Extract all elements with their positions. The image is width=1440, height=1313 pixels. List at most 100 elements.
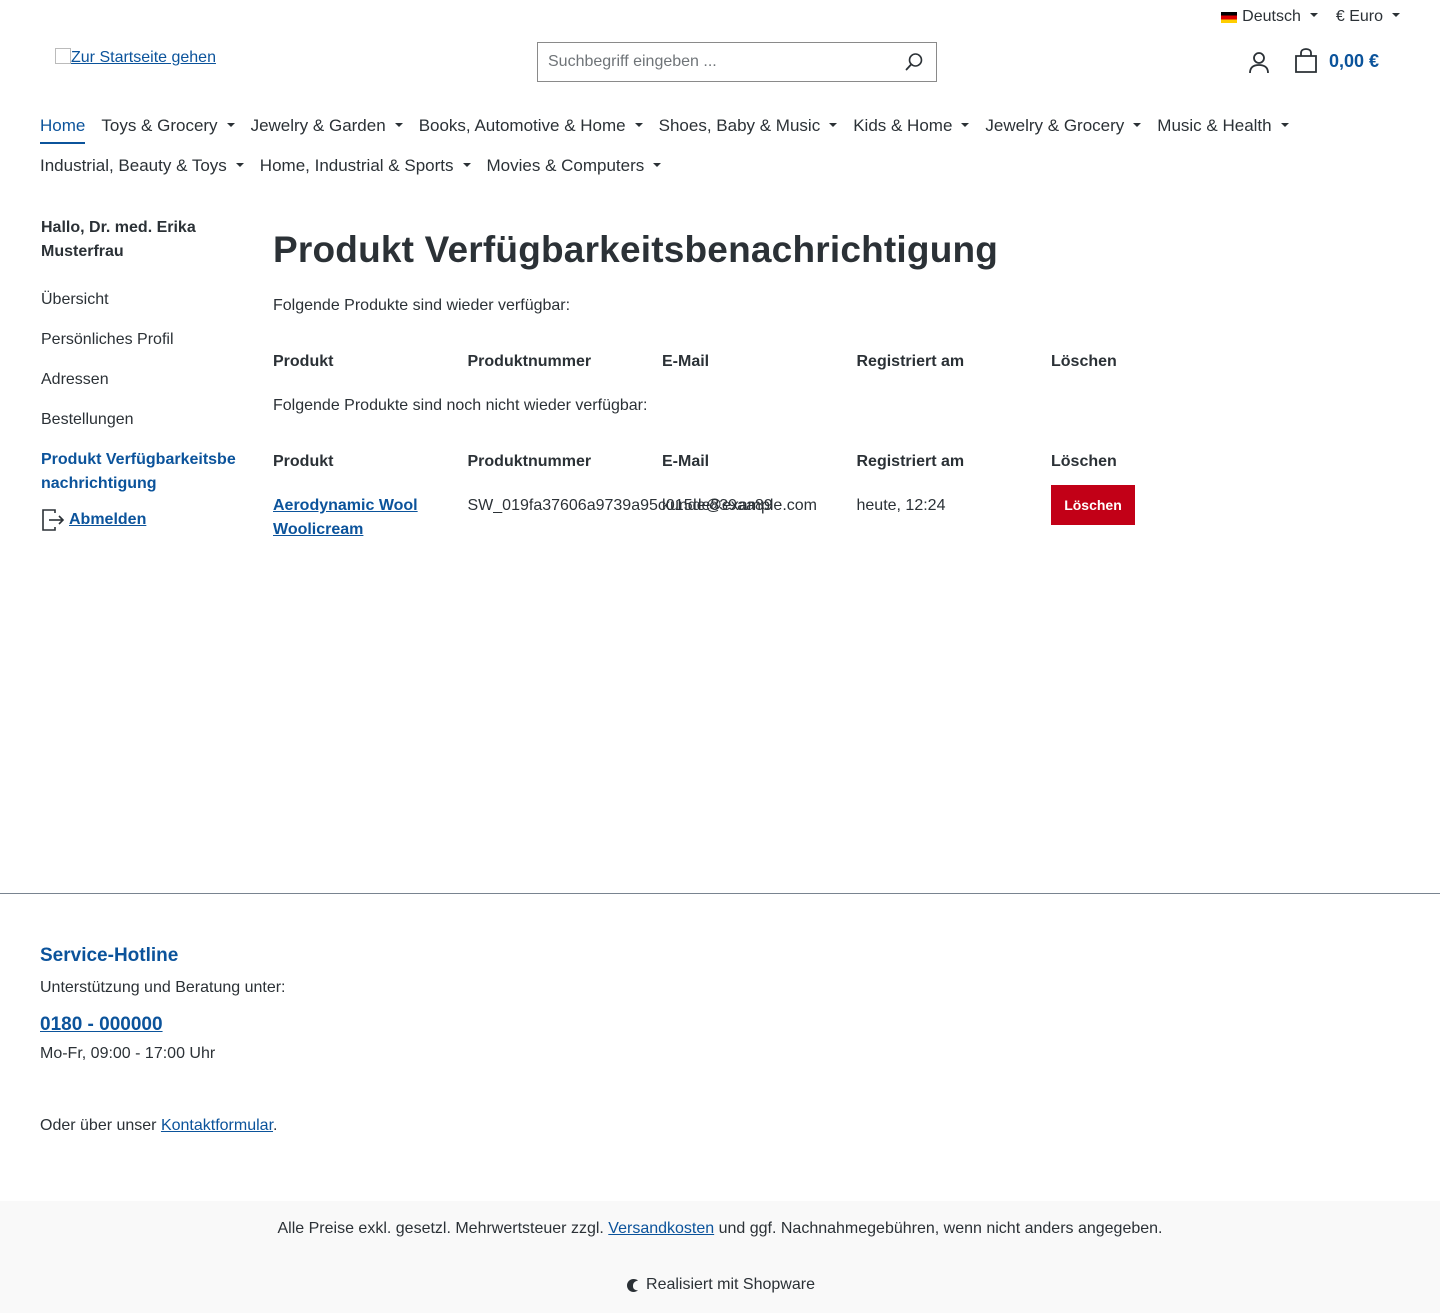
chevron-down-icon [961, 122, 970, 127]
search-box [537, 42, 937, 82]
nav-label: Shoes, Baby & Music [658, 116, 821, 135]
footer-divider [0, 893, 1440, 894]
contact-suffix: . [273, 1117, 278, 1134]
product-link[interactable]: Aerodynamic Wool Woolicream [273, 497, 418, 538]
sidebar-item-overview[interactable]: Übersicht [41, 288, 241, 312]
nav-item-shoes-baby-music[interactable]: Shoes, Baby & Music [659, 112, 838, 142]
sidebar-item-orders[interactable]: Bestellungen [41, 408, 241, 432]
cart-button[interactable]: 0,00 € [1294, 48, 1379, 74]
nav-item-home-industrial-sports[interactable]: Home, Industrial & Sports [260, 152, 471, 182]
vat-notice: Alle Preise exkl. gesetzl. Mehrwertsteue… [0, 1217, 1440, 1241]
delete-cell: Löschen [1051, 485, 1246, 542]
column-header-email: E-Mail [662, 353, 710, 370]
made-with-shopware[interactable]: Realisiert mit Shopware [0, 1273, 1440, 1297]
logo-alt-text: Zur Startseite gehen [71, 49, 216, 66]
nav-item-industrial-beauty-toys[interactable]: Industrial, Beauty & Toys [40, 152, 244, 182]
home-logo-link[interactable]: Zur Startseite gehen [55, 48, 216, 67]
chevron-down-icon [1133, 122, 1142, 127]
registered-cell: heute, 12:24 [856, 497, 946, 514]
nav-item-books-automotive-home[interactable]: Books, Automotive & Home [419, 112, 643, 142]
nav-label: Jewelry & Garden [250, 116, 386, 135]
phone-link[interactable]: 0180 - 000000 [40, 1014, 163, 1035]
nav-item-kids-home[interactable]: Kids & Home [853, 112, 970, 142]
chevron-down-icon [634, 122, 643, 127]
logout-row: Abmelden [41, 508, 241, 532]
nav-item-toys-grocery[interactable]: Toys & Grocery [101, 112, 235, 142]
footer-bottom: Alle Preise exkl. gesetzl. Mehrwertsteue… [0, 1201, 1440, 1313]
available-intro: Folgende Produkte sind wieder verfügbar: [273, 297, 571, 314]
contact-text: Oder über unser Kontaktformular. [40, 1114, 286, 1138]
support-text: Unterstützung und Beratung unter: [40, 979, 286, 996]
nav-item-movies-computers[interactable]: Movies & Computers [487, 152, 662, 182]
column-header-product: Produkt [273, 453, 334, 470]
top-bar: Deutsch € Euro [1221, 6, 1400, 28]
column-header-number: Produktnummer [467, 353, 592, 370]
language-dropdown[interactable]: Deutsch [1221, 8, 1318, 26]
main-navigation: Home Toys & Grocery Jewelry & Garden Boo… [40, 112, 1400, 192]
vat-prefix: Alle Preise exkl. gesetzl. Mehrwertsteue… [277, 1220, 609, 1237]
table-row: Aerodynamic Wool Woolicream SW_019fa3760… [273, 485, 1400, 542]
contact-form-link[interactable]: Kontaktformular [161, 1117, 273, 1134]
chevron-down-icon [462, 162, 471, 167]
main-content: Produkt Verfügbarkeitsbenachrichtigung F… [273, 226, 1400, 542]
shopping-bag-icon [1295, 48, 1317, 73]
nav-label: Kids & Home [853, 116, 953, 135]
search-icon [905, 53, 923, 71]
column-header-email: E-Mail [662, 453, 710, 470]
product-number-cell: SW_019fa37606a9739a95c015de839aa89 [467, 497, 773, 514]
available-table-header: Produkt Produktnummer E-Mail Registriert… [273, 350, 1400, 374]
sidebar-item-addresses[interactable]: Adressen [41, 368, 241, 392]
account-sidebar: Hallo, Dr. med. Erika Musterfrau Übersic… [41, 216, 241, 532]
logout-link[interactable]: Abmelden [69, 511, 146, 529]
nav-label: Books, Automotive & Home [418, 116, 626, 135]
logout-icon [42, 509, 65, 531]
column-header-delete: Löschen [1051, 353, 1117, 370]
chevron-down-icon [1280, 122, 1289, 127]
account-button[interactable] [1246, 49, 1272, 77]
chevron-down-icon [1309, 13, 1318, 17]
hours-text: Mo-Fr, 09:00 - 17:00 Uhr [40, 1045, 216, 1062]
shopware-logo-icon [627, 1278, 639, 1292]
nav-label: Home, Industrial & Sports [259, 156, 454, 175]
shipping-costs-link[interactable]: Versandkosten [608, 1220, 714, 1237]
nav-label: Jewelry & Grocery [985, 116, 1125, 135]
chevron-down-icon [1392, 13, 1400, 17]
greeting: Hallo, Dr. med. Erika Musterfrau [41, 219, 196, 260]
chevron-down-icon [829, 122, 838, 127]
nav-item-jewelry-grocery[interactable]: Jewelry & Grocery [985, 112, 1142, 142]
column-header-number: Produktnummer [467, 453, 592, 470]
search-input[interactable] [538, 43, 892, 81]
footer-service: Service-Hotline Unterstützung und Beratu… [40, 942, 286, 1138]
product-cell: Aerodynamic Wool Woolicream [273, 494, 468, 542]
chevron-down-icon [653, 162, 662, 167]
page-title: Produkt Verfügbarkeitsbenachrichtigung [273, 229, 999, 270]
cart-total: 0,00 € [1329, 50, 1380, 71]
search-button[interactable] [892, 43, 936, 81]
nav-label: Toys & Grocery [101, 116, 218, 135]
delete-button[interactable]: Löschen [1051, 485, 1135, 525]
chevron-down-icon [226, 122, 235, 127]
unavailable-table-header: Produkt Produktnummer E-Mail Registriert… [273, 450, 1400, 474]
vat-suffix: und ggf. Nachnahmegebühren, wenn nicht a… [714, 1220, 1163, 1237]
unavailable-intro: Folgende Produkte sind noch nicht wieder… [273, 397, 648, 414]
nav-label: Home [40, 116, 86, 135]
currency-dropdown[interactable]: € Euro [1336, 8, 1400, 26]
email-cell: kunde@example.com [662, 497, 817, 514]
user-icon [1249, 52, 1269, 74]
nav-item-music-health[interactable]: Music & Health [1157, 112, 1289, 142]
sidebar-item-profile[interactable]: Persönliches Profil [41, 328, 241, 352]
nav-item-jewelry-garden[interactable]: Jewelry & Garden [251, 112, 403, 142]
nav-row: Industrial, Beauty & Toys Home, Industri… [40, 152, 1400, 192]
nav-label: Industrial, Beauty & Toys [40, 156, 227, 175]
nav-label: Movies & Computers [486, 156, 645, 175]
broken-image-icon [55, 48, 71, 64]
german-flag-icon [1221, 11, 1238, 23]
language-label: Deutsch [1242, 8, 1301, 25]
phone-row: 0180 - 000000 [40, 1014, 286, 1036]
nav-item-home[interactable]: Home [40, 112, 86, 144]
column-header-product: Produkt [273, 353, 334, 370]
chevron-down-icon [394, 122, 403, 127]
sidebar-item-availability-notification[interactable]: Produkt Verfügbarkeitsbenachrichtigung [41, 448, 241, 496]
nav-label: Music & Health [1157, 116, 1272, 135]
column-header-registered: Registriert am [856, 353, 965, 370]
